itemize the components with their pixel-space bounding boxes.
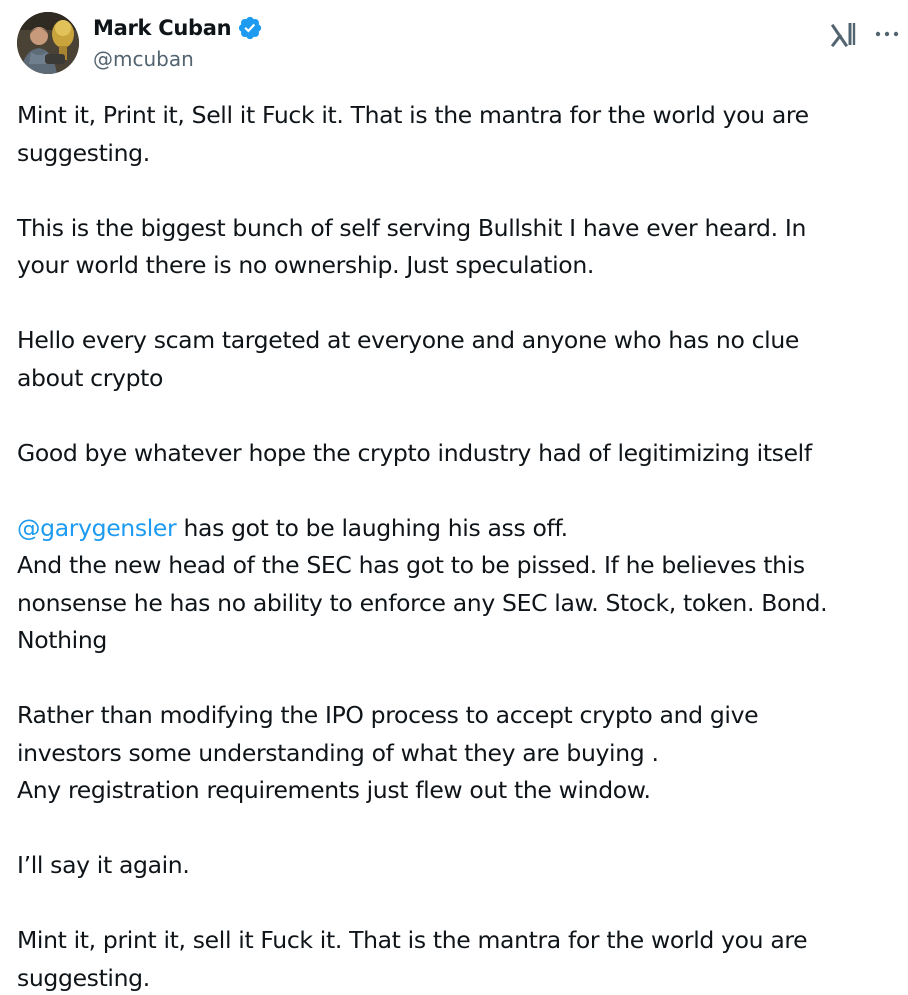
more-options-icon[interactable] [873,22,901,46]
display-name[interactable]: Mark Cuban [93,15,232,41]
tweet-header: Mark Cuban @mcuban [17,12,899,76]
tweet-paragraph: Hello every scam targeted at everyone an… [17,326,799,392]
tweet-paragraph: Mint it, print it, sell it Fuck it. That… [17,926,808,992]
tweet-paragraph: This is the biggest bunch of self servin… [17,213,806,280]
name-row: Mark Cuban [93,15,263,41]
mention-link[interactable]: @garygensler [17,514,177,542]
user-handle[interactable]: @mcuban [93,46,194,72]
grok-icon[interactable] [829,19,861,49]
tweet-paragraph: @garygensler has got to be laughing his … [17,510,897,660]
tweet-paragraph: Rather than modifying the IPO process to… [17,701,759,804]
verified-badge-icon [237,15,263,41]
tweet-paragraph: Mint it, Print it, Sell it Fuck it. That… [17,101,809,167]
avatar[interactable] [17,12,79,74]
tweet-paragraph: Good bye whatever hope the crypto indust… [17,438,812,467]
avatar-image [17,12,79,74]
tweet-paragraph: I’ll say it again. [17,851,190,879]
tweet-text: Mint it, Print it, Sell it Fuck it. That… [17,97,897,995]
